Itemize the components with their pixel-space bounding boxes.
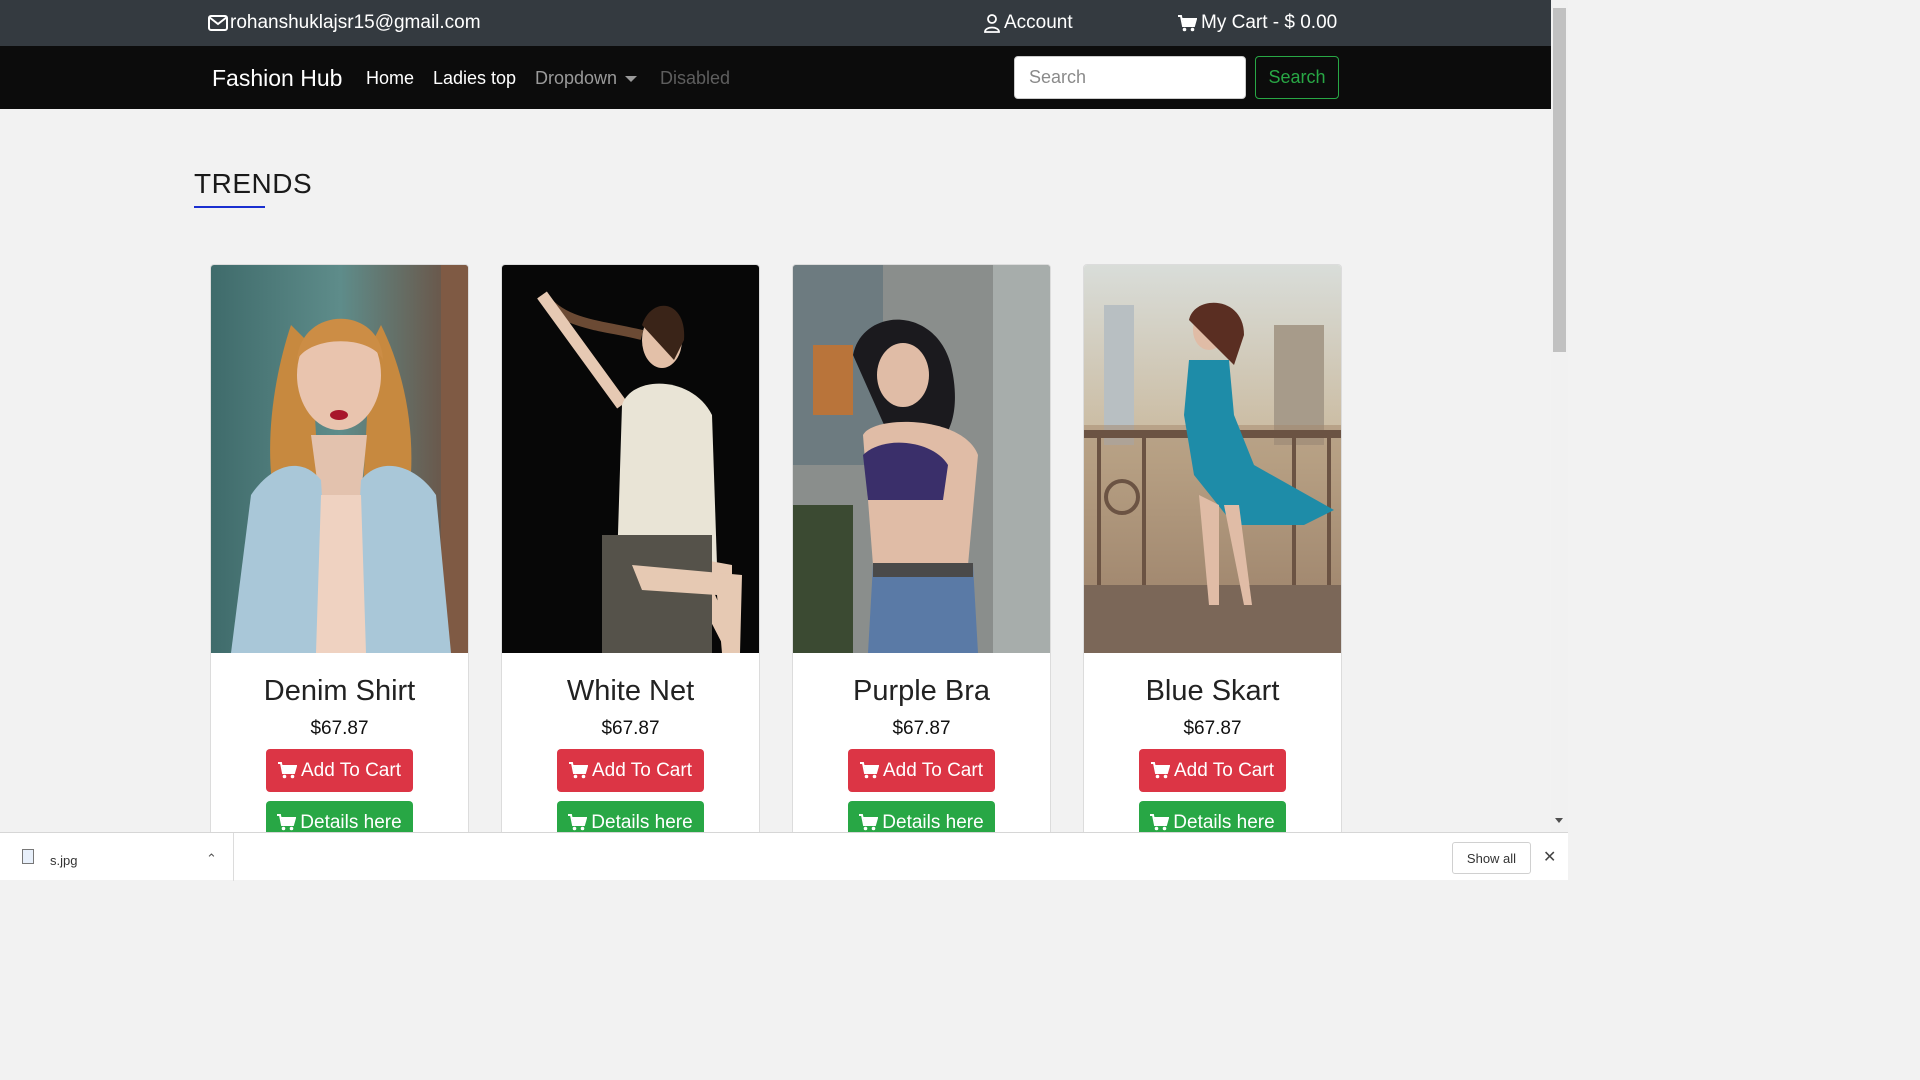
scroll-thumb[interactable]	[1553, 8, 1566, 352]
main-navbar: Fashion Hub Home Ladies top Dropdown Dis…	[0, 46, 1551, 109]
details-label: Details here	[882, 811, 984, 833]
top-info-bar: rohanshuklajsr15@gmail.com Account My Ca…	[0, 0, 1551, 46]
product-price: $67.87	[601, 718, 660, 739]
nav-dropdown[interactable]: Dropdown	[535, 68, 638, 89]
cart-icon	[860, 762, 879, 779]
section-title: TRENDS	[194, 168, 313, 199]
contact-email[interactable]: rohanshuklajsr15@gmail.com	[208, 12, 481, 34]
cart-icon	[568, 814, 588, 831]
search-button[interactable]: Search	[1255, 56, 1339, 99]
add-to-cart-button[interactable]: Add To Cart	[848, 749, 995, 792]
add-to-cart-label: Add To Cart	[1174, 759, 1274, 781]
account-label: Account	[1004, 12, 1073, 33]
nav-dropdown-label: Dropdown	[535, 68, 618, 88]
user-icon	[984, 13, 1000, 33]
image-file-icon	[22, 849, 34, 864]
cart-icon	[1178, 14, 1197, 31]
envelope-icon	[208, 15, 228, 31]
product-name[interactable]: Denim Shirt	[211, 675, 468, 708]
add-to-cart-button[interactable]: Add To Cart	[557, 749, 704, 792]
product-card: White Net $67.87 Add To Cart Details her…	[501, 264, 760, 864]
nav-ladies-top[interactable]: Ladies top	[433, 68, 516, 89]
page-scrollbar[interactable]	[1551, 0, 1568, 832]
add-to-cart-label: Add To Cart	[592, 759, 692, 781]
product-price: $67.87	[310, 718, 369, 739]
my-cart-link[interactable]: My Cart - $ 0.00	[1178, 12, 1337, 34]
download-file-name: s.jpg	[50, 853, 78, 868]
title-underline	[194, 206, 265, 208]
product-image[interactable]	[211, 265, 468, 653]
product-image[interactable]	[1084, 265, 1341, 653]
download-item[interactable]: s.jpg ⌃	[0, 833, 234, 881]
account-link[interactable]: Account	[984, 12, 1073, 34]
cart-icon	[277, 814, 297, 831]
details-label: Details here	[300, 811, 402, 833]
product-card: Purple Bra $67.87 Add To Cart Details he…	[792, 264, 1051, 864]
nav-home[interactable]: Home	[366, 68, 414, 89]
cart-icon	[1150, 814, 1170, 831]
download-bar: s.jpg ⌃ Show all ✕	[0, 832, 1568, 881]
product-card: Denim Shirt $67.87 Add To Cart Details h…	[210, 264, 469, 864]
close-icon[interactable]: ✕	[1543, 847, 1556, 867]
scroll-down-arrow-icon[interactable]	[1555, 818, 1563, 823]
search-input[interactable]	[1014, 56, 1246, 99]
add-to-cart-button[interactable]: Add To Cart	[1139, 749, 1286, 792]
product-price: $67.87	[1183, 718, 1242, 739]
cart-icon	[1151, 762, 1170, 779]
add-to-cart-button[interactable]: Add To Cart	[266, 749, 413, 792]
cart-icon	[278, 762, 297, 779]
add-to-cart-label: Add To Cart	[883, 759, 983, 781]
details-label: Details here	[1173, 811, 1275, 833]
show-all-button[interactable]: Show all	[1452, 842, 1531, 874]
product-name[interactable]: Purple Bra	[793, 675, 1050, 708]
caret-down-icon	[625, 75, 638, 82]
details-label: Details here	[591, 811, 693, 833]
chevron-up-icon[interactable]: ⌃	[206, 851, 217, 867]
cart-icon	[569, 762, 588, 779]
cart-icon	[859, 814, 879, 831]
cart-total: My Cart - $ 0.00	[1201, 12, 1338, 33]
product-name[interactable]: Blue Skart	[1084, 675, 1341, 708]
nav-disabled: Disabled	[660, 68, 731, 88]
product-price: $67.87	[892, 718, 951, 739]
email-text: rohanshuklajsr15@gmail.com	[230, 12, 481, 33]
product-image[interactable]	[502, 265, 759, 653]
add-to-cart-label: Add To Cart	[301, 759, 401, 781]
brand-logo[interactable]: Fashion Hub	[212, 65, 342, 92]
product-image[interactable]	[793, 265, 1050, 653]
product-name[interactable]: White Net	[502, 675, 759, 708]
product-card: Blue Skart $67.87 Add To Cart Details he…	[1083, 264, 1342, 864]
